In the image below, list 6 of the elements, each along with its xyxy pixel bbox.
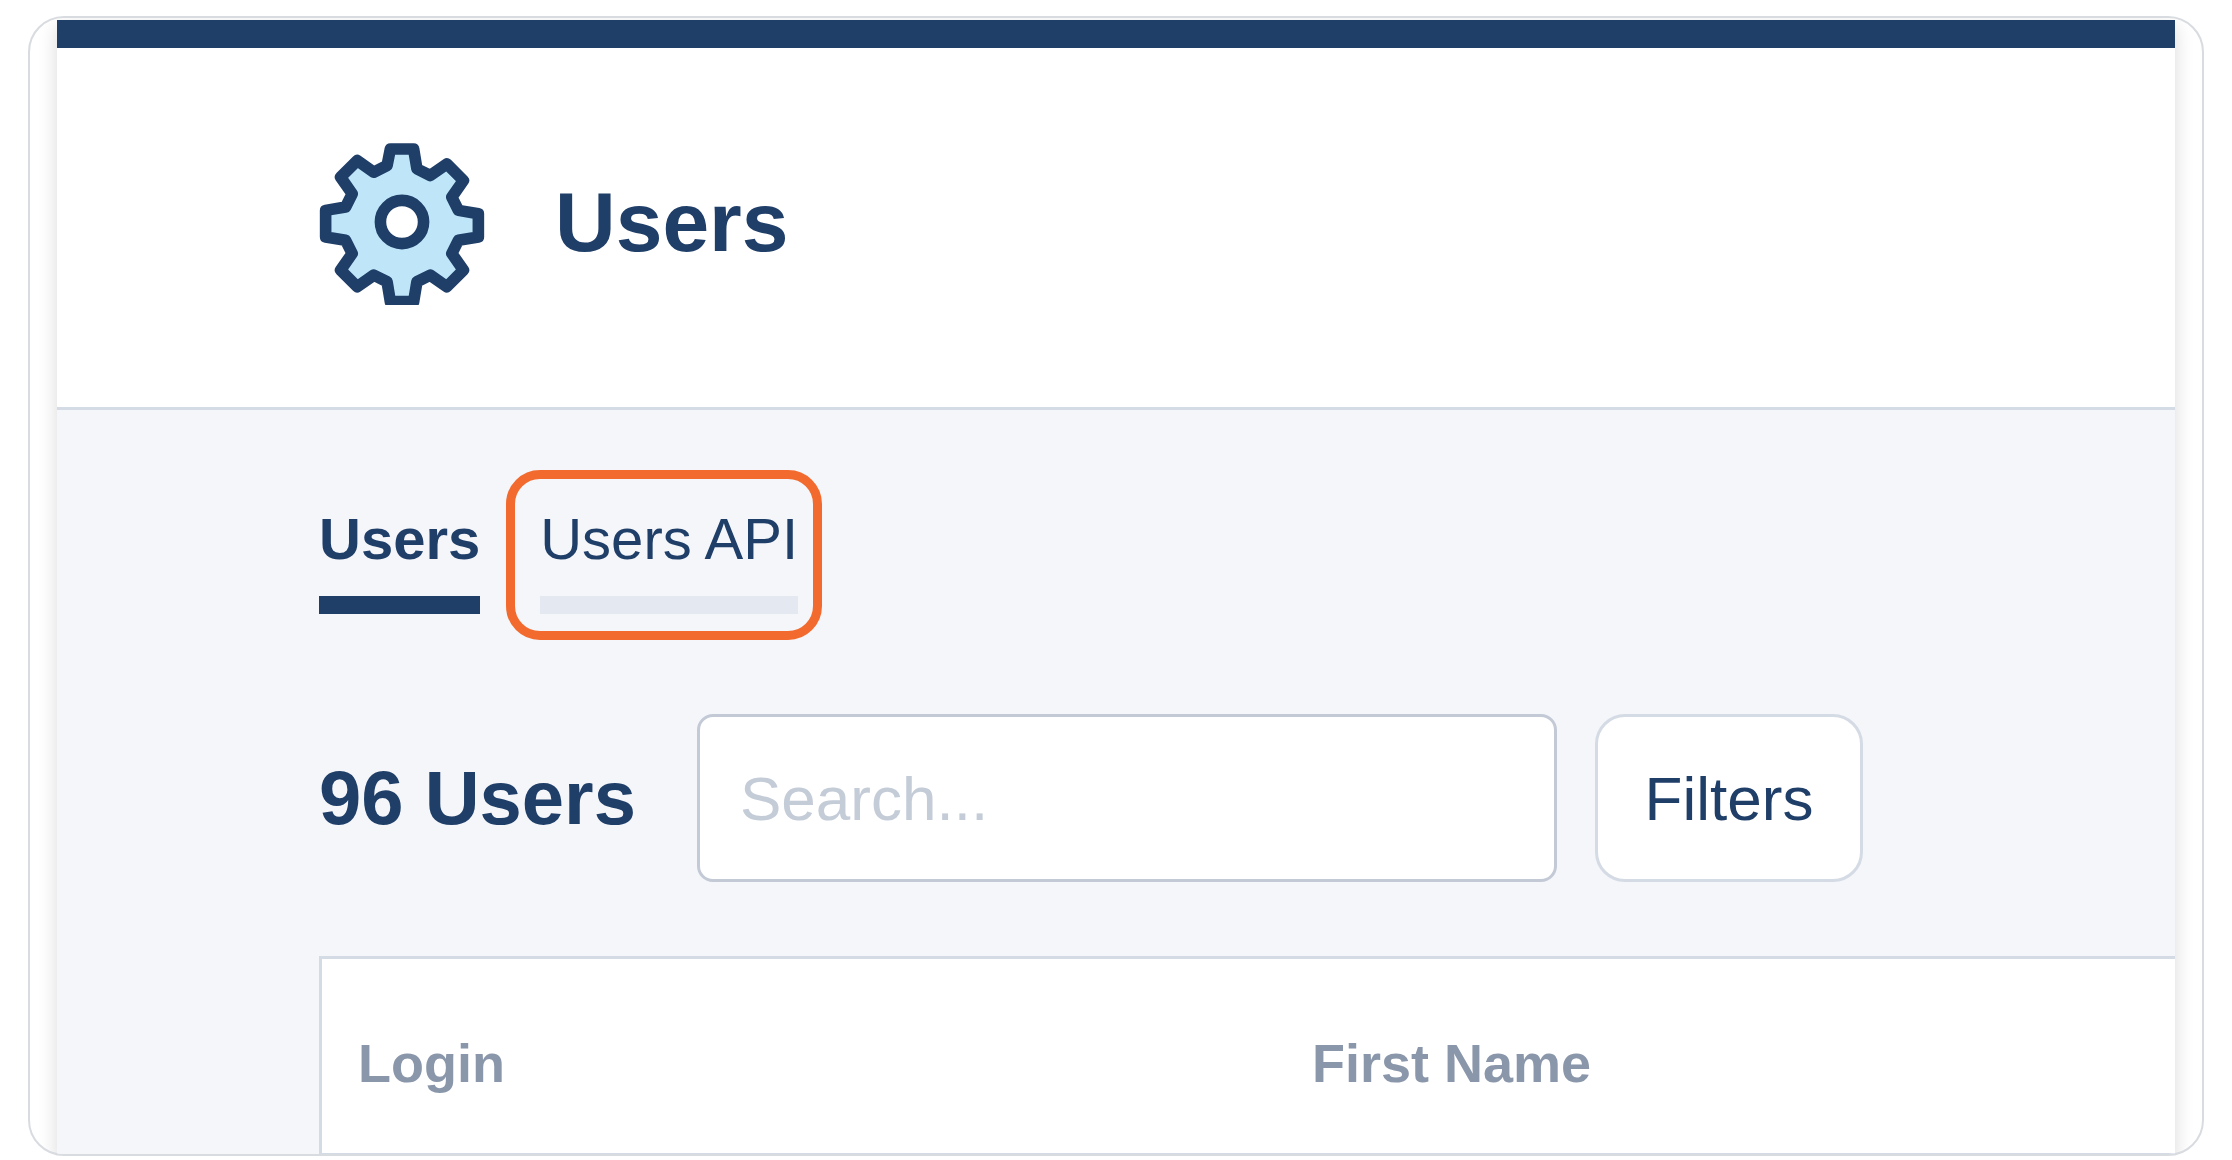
user-count: 96 Users (319, 754, 637, 842)
page-title: Users (555, 173, 789, 271)
tab[interactable]: Users API (540, 510, 799, 614)
tab[interactable]: Users (319, 510, 481, 614)
search-field[interactable]: Search... (697, 714, 1557, 882)
filters-button[interactable]: Filters (1595, 714, 1863, 882)
